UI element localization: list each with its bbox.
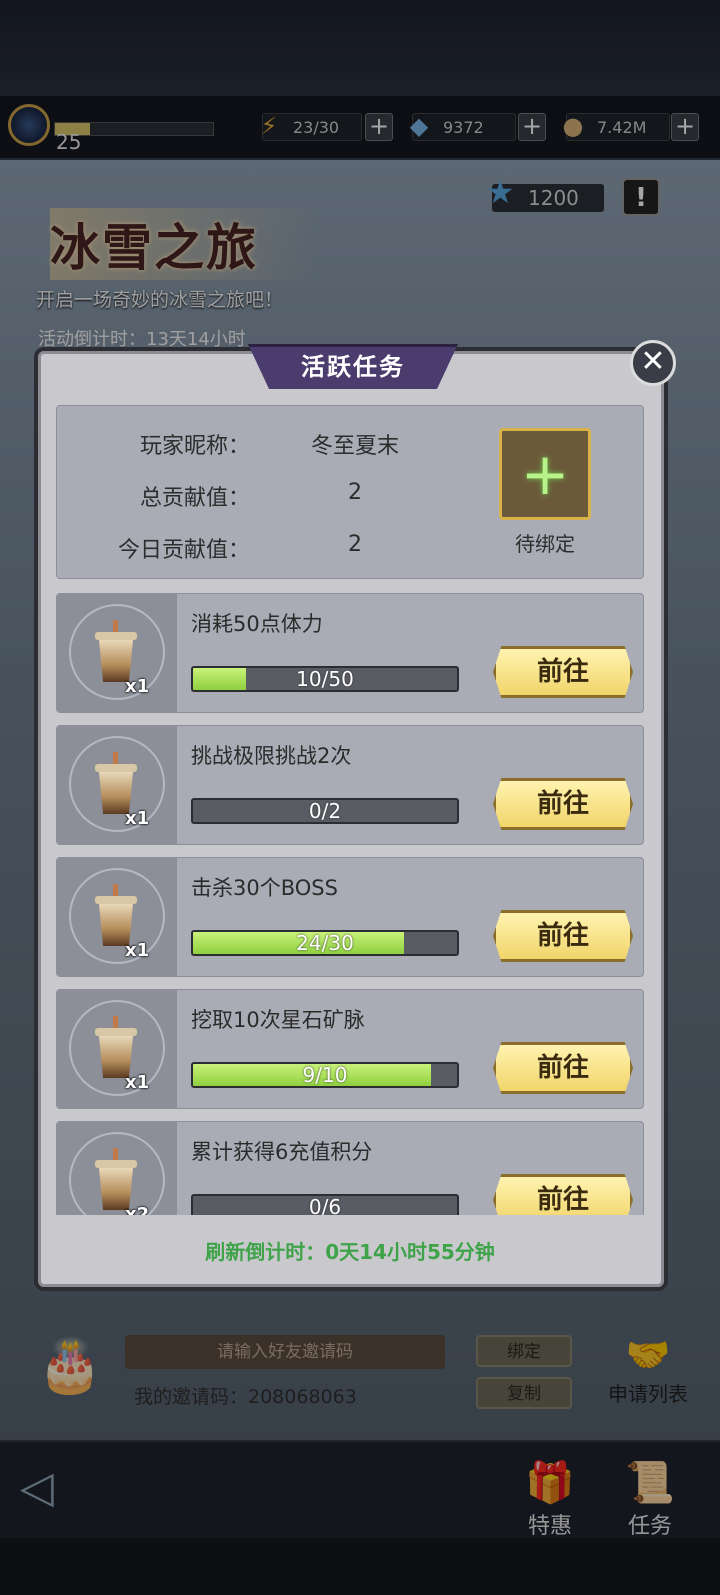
modal-title: 活跃任务	[301, 353, 405, 381]
reward-quantity: x1	[125, 1072, 150, 1093]
go-button[interactable]: 前往	[493, 1042, 633, 1094]
player-name-label: 玩家昵称：	[139, 434, 250, 459]
reward-quantity: x1	[125, 940, 150, 961]
milk-tea-icon	[95, 1148, 137, 1210]
task-progress-bar: 0/6	[191, 1194, 459, 1215]
task-row: x1 挖取10次星石矿脉 9/10 前往	[56, 989, 644, 1109]
task-name: 消耗50点体力	[191, 612, 323, 636]
go-button[interactable]: 前往	[493, 910, 633, 962]
task-name: 累计获得6充值积分	[191, 1140, 373, 1164]
reward-quantity: x2	[125, 1204, 150, 1215]
refresh-countdown: 刷新倒计时：0天14小时55分钟	[205, 1240, 495, 1264]
bind-friend-slot[interactable]: +	[499, 428, 591, 520]
task-progress-text: 10/50	[296, 667, 354, 691]
task-name: 挖取10次星石矿脉	[191, 1008, 365, 1032]
task-progress-text: 0/6	[308, 1195, 342, 1215]
milk-tea-icon	[95, 620, 137, 682]
task-row: x1 挑战极限挑战2次 0/2 前往	[56, 725, 644, 845]
task-progress-bar: 24/30	[191, 930, 459, 956]
go-button[interactable]: 前往	[493, 646, 633, 698]
lid-shape	[95, 1160, 137, 1168]
lid-shape	[95, 632, 137, 640]
task-progress-bar: 10/50	[191, 666, 459, 692]
milk-tea-icon	[95, 752, 137, 814]
lid-shape	[95, 764, 137, 772]
task-progress-text: 24/30	[296, 931, 354, 955]
reward-slot[interactable]: x1	[57, 990, 177, 1108]
task-row: x1 消耗50点体力 10/50 前往	[56, 593, 644, 713]
reward-slot[interactable]: x1	[57, 594, 177, 712]
reward-quantity: x1	[125, 808, 150, 829]
plus-icon: +	[520, 440, 570, 508]
bind-pending-label: 待绑定	[515, 532, 575, 556]
player-name-value: 冬至夏末	[310, 434, 399, 459]
task-progress-text: 9/10	[302, 1063, 348, 1087]
task-list[interactable]: x1 消耗50点体力 10/50 前往 x1 挑战极限挑战2次 0/2 前往 x1 击杀30个BO…	[56, 593, 644, 1215]
lid-shape	[95, 896, 137, 904]
total-contribution-value: 2	[348, 480, 362, 505]
task-name: 击杀30个BOSS	[191, 876, 338, 900]
milk-tea-icon	[95, 884, 137, 946]
close-button[interactable]: ✕	[630, 340, 676, 386]
task-name: 挑战极限挑战2次	[191, 744, 352, 768]
task-row: x1 击杀30个BOSS 24/30 前往	[56, 857, 644, 977]
lid-shape	[95, 1028, 137, 1036]
total-contribution-label: 总贡献值：	[139, 486, 250, 511]
milk-tea-icon	[95, 1016, 137, 1078]
today-contribution-label: 今日贡献值：	[117, 538, 250, 563]
today-contribution-value: 2	[348, 532, 362, 557]
reward-slot[interactable]: x1	[57, 726, 177, 844]
go-button[interactable]: 前往	[493, 1174, 633, 1215]
task-progress-bar: 9/10	[191, 1062, 459, 1088]
task-progress-text: 0/2	[308, 799, 342, 823]
task-row: x2 累计获得6充值积分 0/6 前往	[56, 1121, 644, 1215]
reward-slot[interactable]: x2	[57, 1122, 177, 1215]
go-button[interactable]: 前往	[493, 778, 633, 830]
task-progress-bar: 0/2	[191, 798, 459, 824]
reward-quantity: x1	[125, 676, 150, 697]
reward-slot[interactable]: x1	[57, 858, 177, 976]
